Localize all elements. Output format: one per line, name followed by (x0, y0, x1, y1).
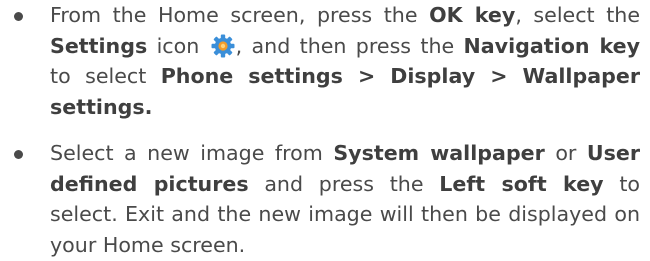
bullet-text: Select a new image from System wallpaper… (50, 141, 641, 257)
bullet-dot-icon (14, 150, 23, 159)
instruction-page: From the Home screen, press the OK key, … (0, 0, 650, 261)
settings-gear-icon (211, 34, 235, 58)
list-item: From the Home screen, press the OK key, … (14, 0, 641, 122)
bullet-dot-icon (14, 12, 23, 21)
list-item: Select a new image from System wallpaper… (14, 138, 641, 260)
bullet-text: From the Home screen, press the OK key, … (50, 3, 641, 119)
